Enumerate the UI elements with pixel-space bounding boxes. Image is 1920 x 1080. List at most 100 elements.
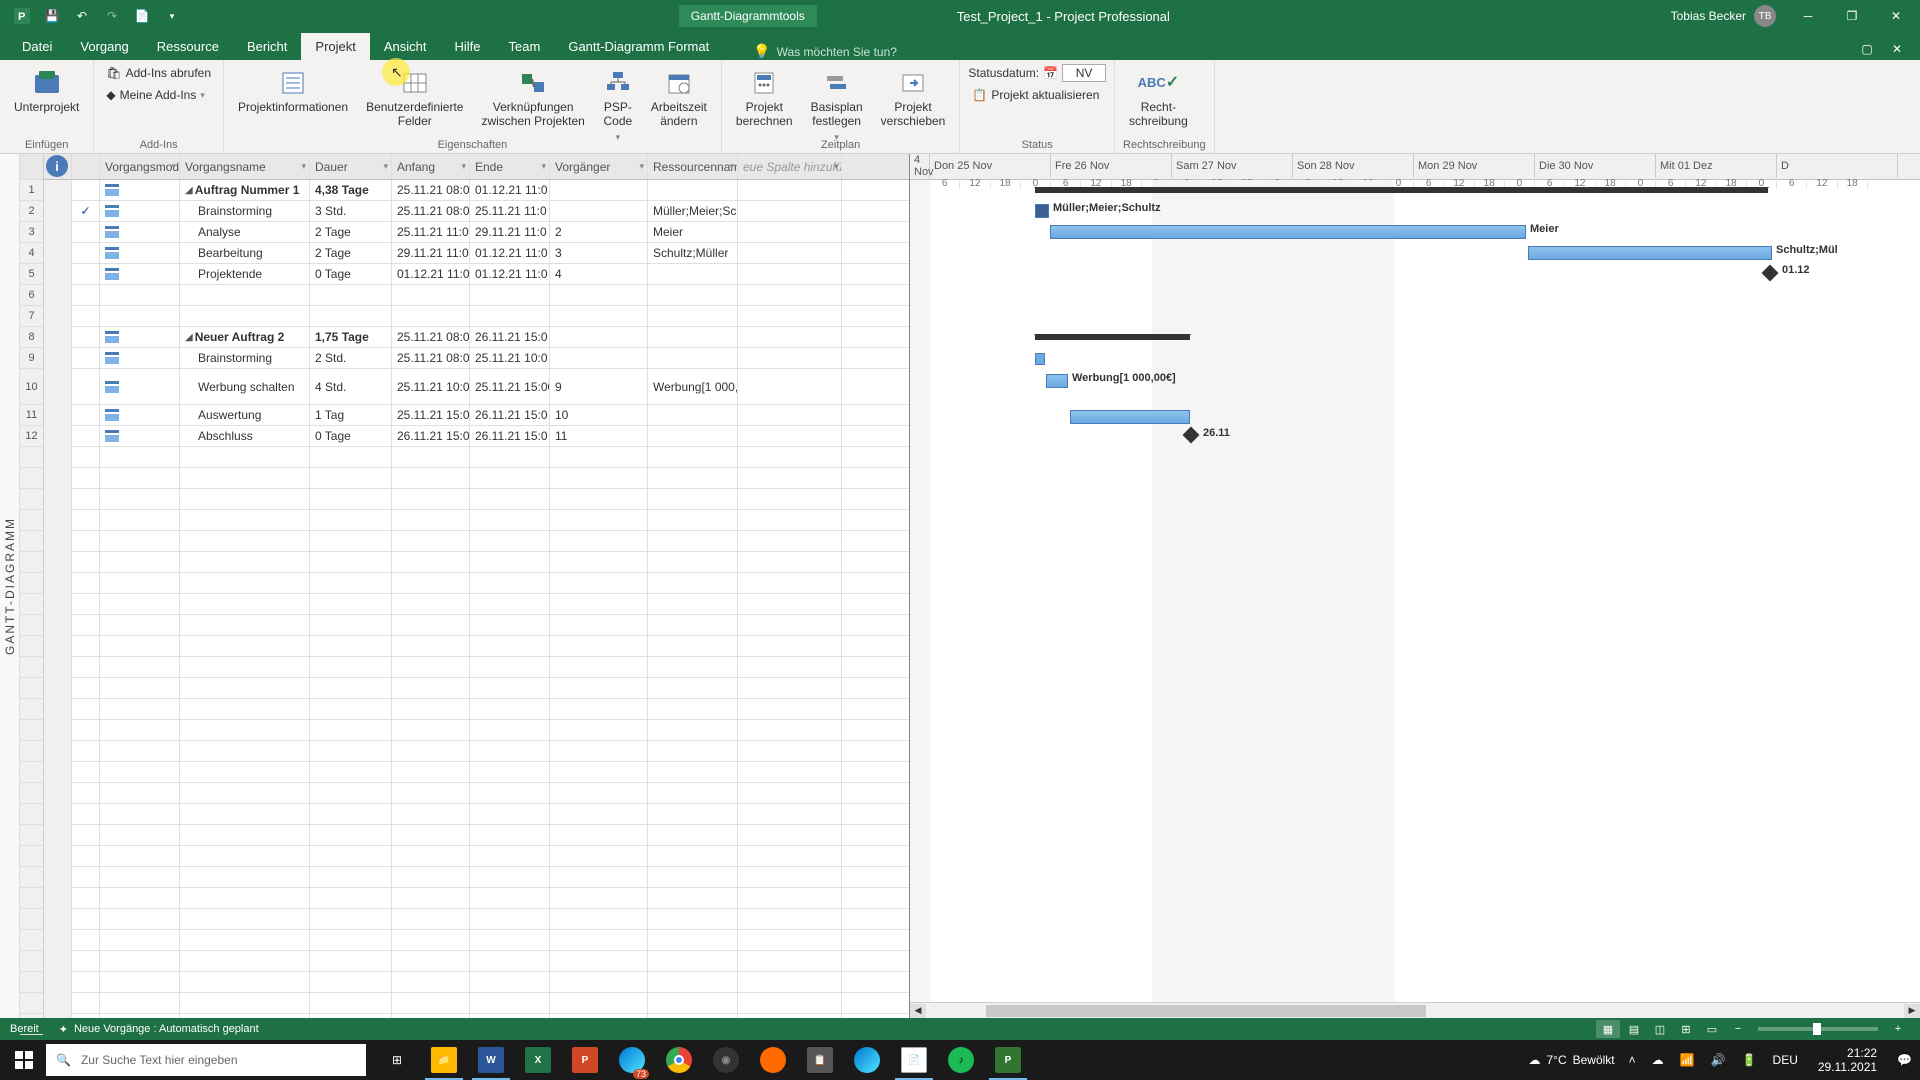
empty-cell[interactable]: [470, 867, 550, 887]
row-header[interactable]: 9: [20, 348, 43, 369]
empty-cell[interactable]: [392, 825, 470, 845]
empty-cell[interactable]: [72, 951, 100, 971]
empty-cell[interactable]: [72, 930, 100, 950]
empty-cell[interactable]: [738, 222, 842, 242]
row-header[interactable]: [20, 510, 43, 531]
resource-cell[interactable]: Meier: [648, 222, 738, 242]
end-cell[interactable]: 25.11.21 15:00: [470, 369, 550, 404]
empty-cell[interactable]: [310, 930, 392, 950]
row-header[interactable]: [20, 531, 43, 552]
tab-vorgang[interactable]: Vorgang: [66, 33, 142, 60]
row-header[interactable]: [20, 573, 43, 594]
empty-cell[interactable]: [310, 846, 392, 866]
verknupfungen-button[interactable]: Verknüpfungen zwischen Projekten: [475, 64, 590, 133]
empty-cell[interactable]: [310, 888, 392, 908]
taskbar-search[interactable]: 🔍 Zur Suche Text hier eingeben: [46, 1044, 366, 1076]
empty-cell[interactable]: [310, 699, 392, 719]
table-row[interactable]: [72, 972, 909, 993]
empty-cell[interactable]: [550, 741, 648, 761]
predecessor-cell[interactable]: 2: [550, 222, 648, 242]
duration-cell[interactable]: 2 Tage: [310, 222, 392, 242]
predecessor-cell[interactable]: [550, 201, 648, 221]
resource-cell[interactable]: [648, 327, 738, 347]
table-row[interactable]: [72, 930, 909, 951]
mode-cell[interactable]: [100, 201, 180, 221]
empty-cell[interactable]: [180, 285, 310, 305]
resource-column-header[interactable]: Ressourcennam▾: [648, 154, 738, 179]
empty-cell[interactable]: [392, 972, 470, 992]
qat-customize[interactable]: ▾: [158, 2, 186, 30]
predecessor-cell[interactable]: 11: [550, 426, 648, 446]
empty-cell[interactable]: [470, 741, 550, 761]
empty-cell[interactable]: [180, 783, 310, 803]
empty-cell[interactable]: [100, 720, 180, 740]
table-row[interactable]: [72, 552, 909, 573]
empty-cell[interactable]: [72, 468, 100, 488]
table-row[interactable]: [72, 825, 909, 846]
empty-cell[interactable]: [100, 930, 180, 950]
start-cell[interactable]: 25.11.21 15:0: [392, 405, 470, 425]
row-header[interactable]: [20, 1014, 43, 1035]
empty-cell[interactable]: [392, 468, 470, 488]
table-row[interactable]: [72, 699, 909, 720]
table-row[interactable]: Bearbeitung2 Tage29.11.21 11:001.12.21 1…: [72, 243, 909, 264]
start-cell[interactable]: 25.11.21 08:0: [392, 201, 470, 221]
name-cell[interactable]: Brainstorming: [180, 348, 310, 368]
gantt-horizontal-scrollbar[interactable]: ◀ ▶: [910, 1002, 1920, 1018]
empty-cell[interactable]: [310, 762, 392, 782]
row-header[interactable]: [20, 636, 43, 657]
meine-addins-button[interactable]: ◆Meine Add-Ins ▾: [102, 86, 215, 104]
empty-cell[interactable]: [392, 993, 470, 1013]
empty-cell[interactable]: [470, 972, 550, 992]
start-column-header[interactable]: Anfang▾: [392, 154, 470, 179]
empty-cell[interactable]: [738, 573, 842, 593]
empty-cell[interactable]: [648, 594, 738, 614]
empty-cell[interactable]: [310, 720, 392, 740]
predecessor-cell[interactable]: 9: [550, 369, 648, 404]
app-orange[interactable]: [750, 1040, 796, 1080]
table-row[interactable]: [72, 783, 909, 804]
empty-cell[interactable]: [648, 825, 738, 845]
start-cell[interactable]: 25.11.21 08:0: [392, 180, 470, 200]
empty-cell[interactable]: [550, 573, 648, 593]
resource-cell[interactable]: [648, 348, 738, 368]
empty-cell[interactable]: [470, 909, 550, 929]
empty-cell[interactable]: [72, 783, 100, 803]
empty-cell[interactable]: [100, 846, 180, 866]
mode-cell[interactable]: [100, 264, 180, 284]
duration-cell[interactable]: 1,75 Tage: [310, 327, 392, 347]
empty-cell[interactable]: [72, 867, 100, 887]
start-cell[interactable]: 25.11.21 08:0: [392, 327, 470, 347]
empty-cell[interactable]: [550, 846, 648, 866]
empty-cell[interactable]: [470, 1014, 550, 1018]
predecessor-cell[interactable]: 3: [550, 243, 648, 263]
empty-cell[interactable]: [72, 531, 100, 551]
empty-cell[interactable]: [180, 699, 310, 719]
empty-cell[interactable]: [648, 972, 738, 992]
row-header[interactable]: [20, 867, 43, 888]
predecessor-cell[interactable]: 4: [550, 264, 648, 284]
table-row[interactable]: [72, 636, 909, 657]
table-row[interactable]: [72, 468, 909, 489]
empty-cell[interactable]: [392, 552, 470, 572]
edge2-app[interactable]: [844, 1040, 890, 1080]
empty-cell[interactable]: [648, 909, 738, 929]
empty-cell[interactable]: [470, 825, 550, 845]
empty-cell[interactable]: [550, 804, 648, 824]
view-report-button[interactable]: ▭: [1700, 1020, 1724, 1038]
empty-cell[interactable]: [100, 306, 180, 326]
empty-cell[interactable]: [72, 741, 100, 761]
table-row[interactable]: [72, 888, 909, 909]
empty-cell[interactable]: [180, 909, 310, 929]
empty-cell[interactable]: [180, 972, 310, 992]
end-cell[interactable]: 25.11.21 10:0: [470, 348, 550, 368]
empty-cell[interactable]: [180, 615, 310, 635]
empty-cell[interactable]: [180, 489, 310, 509]
empty-cell[interactable]: [392, 615, 470, 635]
table-row[interactable]: [72, 489, 909, 510]
empty-cell[interactable]: [310, 804, 392, 824]
mode-cell[interactable]: [100, 369, 180, 404]
duration-cell[interactable]: 3 Std.: [310, 201, 392, 221]
table-row[interactable]: [72, 615, 909, 636]
empty-cell[interactable]: [100, 615, 180, 635]
